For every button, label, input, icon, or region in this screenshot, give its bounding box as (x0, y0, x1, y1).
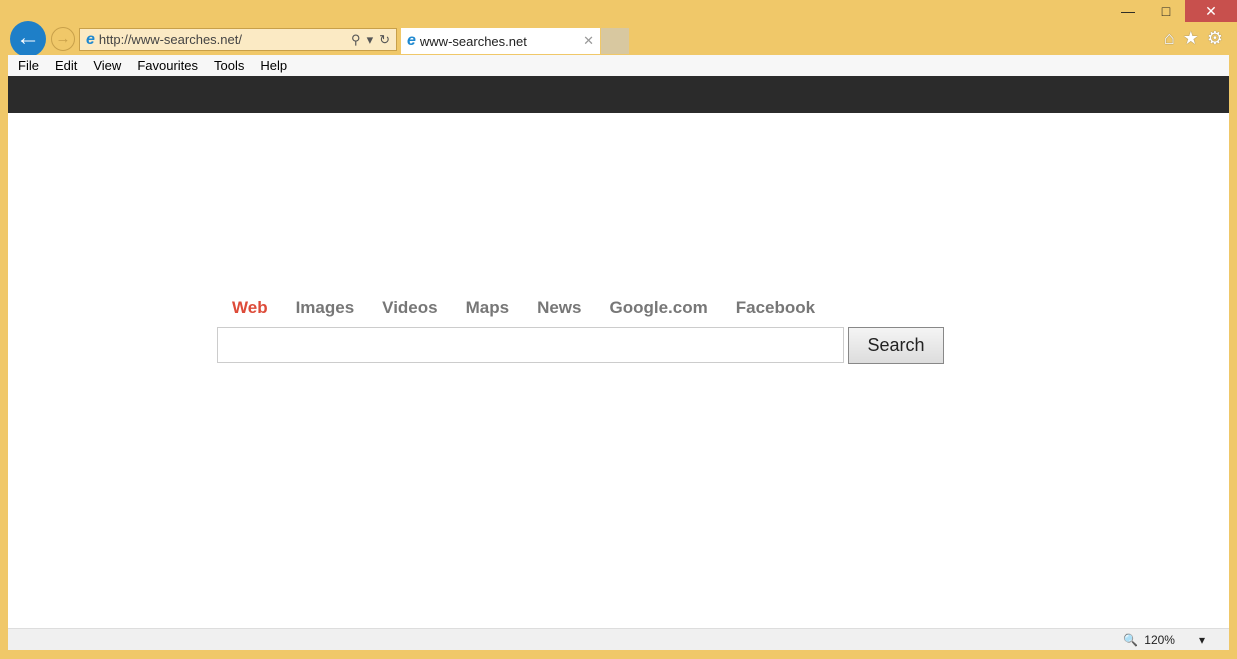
tab-title: www-searches.net (419, 33, 527, 49)
search-icon[interactable]: ⚲ (351, 32, 361, 48)
nav-videos[interactable]: Videos (382, 298, 437, 318)
refresh-icon[interactable]: ↻ (379, 32, 390, 48)
menu-favourites[interactable]: Favourites (137, 58, 198, 73)
nav-maps[interactable]: Maps (466, 298, 509, 318)
dropdown-icon[interactable]: ▾ (367, 32, 374, 48)
nav-web[interactable]: Web (232, 298, 268, 318)
nav-facebook[interactable]: Facebook (736, 298, 815, 318)
gear-icon[interactable]: ⚙ (1207, 28, 1223, 49)
address-bar[interactable]: e http://www-searches.net/ ⚲ ▾ ↻ (79, 28, 397, 51)
search-button[interactable]: Search (848, 327, 944, 364)
back-button[interactable]: ← (10, 21, 46, 57)
ie-icon: e (86, 30, 95, 48)
forward-button[interactable]: → (51, 27, 75, 51)
ie-icon: e (407, 32, 416, 49)
nav-google[interactable]: Google.com (610, 298, 708, 318)
menu-edit[interactable]: Edit (55, 58, 77, 73)
url-text: http://www-searches.net/ (98, 32, 242, 47)
status-bar: 🔍 120% ▾ (8, 628, 1229, 650)
zoom-dropdown-icon[interactable]: ▾ (1199, 633, 1205, 647)
page-content (8, 113, 1229, 628)
star-icon[interactable]: ★ (1183, 28, 1199, 49)
minimize-button[interactable]: — (1109, 0, 1147, 22)
menu-help[interactable]: Help (260, 58, 287, 73)
new-tab-button[interactable] (601, 28, 629, 54)
menu-file[interactable]: File (18, 58, 39, 73)
maximize-button[interactable]: □ (1147, 0, 1185, 22)
search-input[interactable] (217, 327, 844, 363)
close-window-button[interactable]: ✕ (1185, 0, 1237, 22)
site-header-bar (8, 76, 1229, 113)
nav-images[interactable]: Images (296, 298, 355, 318)
nav-news[interactable]: News (537, 298, 581, 318)
zoom-level[interactable]: 120% (1144, 633, 1175, 647)
zoom-icon[interactable]: 🔍 (1123, 633, 1138, 647)
tab-active[interactable]: e www-searches.net ✕ (401, 28, 600, 54)
close-tab-icon[interactable]: ✕ (583, 33, 594, 49)
menu-tools[interactable]: Tools (214, 58, 244, 73)
menu-bar: File Edit View Favourites Tools Help (8, 55, 1229, 76)
search-nav: Web Images Videos Maps News Google.com F… (232, 298, 843, 318)
home-icon[interactable]: ⌂ (1164, 28, 1175, 49)
menu-view[interactable]: View (93, 58, 121, 73)
